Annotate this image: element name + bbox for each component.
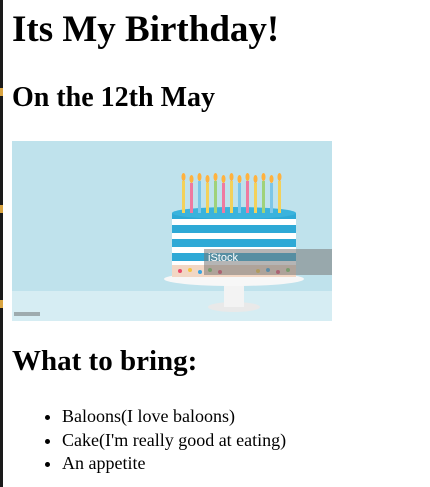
- birthday-cake-image: iStock: [12, 141, 332, 321]
- cake-illustration: [12, 141, 332, 321]
- list-item: An appetite: [62, 452, 286, 476]
- list-item: Cake(I'm really good at eating): [62, 429, 286, 453]
- edge-mark: [0, 205, 3, 213]
- edge-mark: [0, 88, 3, 96]
- list-item: Baloons(I love baloons): [62, 405, 286, 429]
- image-credit-mark: [14, 312, 40, 316]
- page-title: Its My Birthday!: [12, 9, 280, 50]
- bring-list: Baloons(I love baloons) Cake(I'm really …: [12, 405, 286, 476]
- window-left-edge: [0, 0, 3, 487]
- page-subtitle: On the 12th May: [12, 82, 215, 113]
- image-watermark: iStock: [204, 249, 332, 275]
- edge-mark: [0, 300, 3, 308]
- section-heading-what-to-bring: What to bring:: [12, 345, 198, 377]
